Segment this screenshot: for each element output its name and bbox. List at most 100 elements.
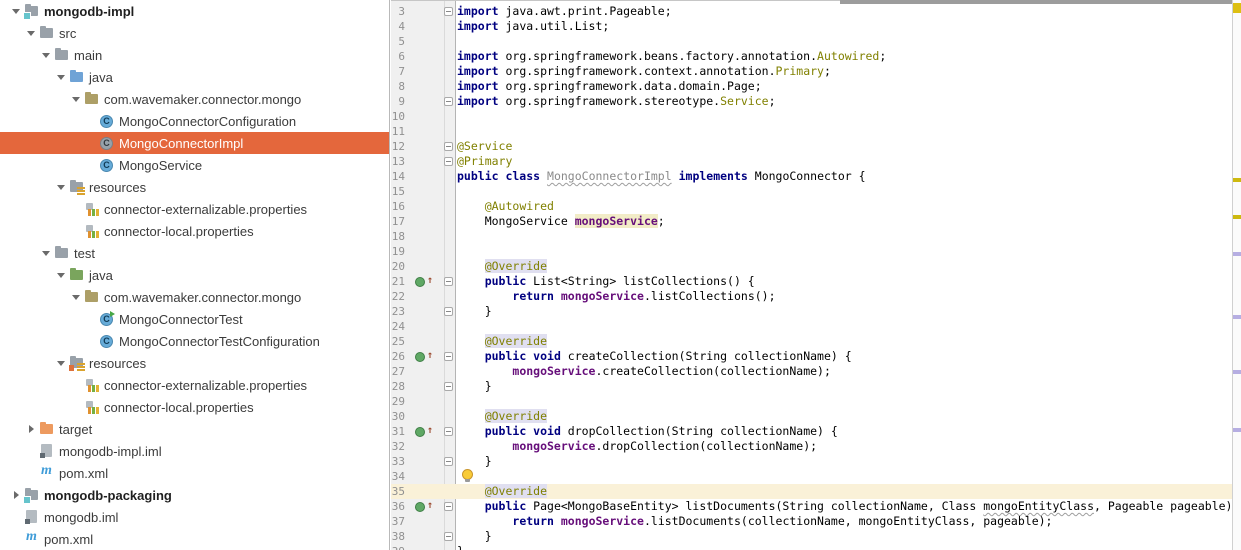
code-token[interactable]: ; [658, 214, 665, 228]
code-token[interactable] [554, 289, 561, 303]
code-token[interactable]: ; [769, 94, 776, 108]
code-line-6[interactable]: import org.springframework.beans.factory… [457, 49, 886, 64]
code-token[interactable] [554, 514, 561, 528]
tree-row-connector-externalizable-properties[interactable]: connector-externalizable.properties [0, 374, 389, 396]
code-token[interactable]: @Autowired [485, 199, 554, 213]
code-token[interactable]: import [457, 94, 499, 108]
tree-row-mongodb-impl[interactable]: mongodb-impl [0, 0, 389, 22]
code-line-8[interactable]: import org.springframework.data.domain.P… [457, 79, 762, 94]
tree-row-mongodb-iml[interactable]: mongodb.iml [0, 506, 389, 528]
code-token[interactable] [457, 364, 512, 378]
code-token[interactable] [457, 334, 485, 348]
code-line-4[interactable]: import java.util.List; [457, 19, 609, 34]
editor-pane[interactable]: 3456789101112131415161718192021222324252… [391, 0, 1241, 550]
code-token[interactable]: import [457, 79, 499, 93]
code-token[interactable]: mongoService [561, 514, 644, 528]
code-token[interactable]: return [512, 289, 554, 303]
code-line-37[interactable]: return mongoService.listDocuments(collec… [457, 514, 1052, 529]
code-token[interactable] [457, 514, 512, 528]
code-line-7[interactable]: import org.springframework.context.annot… [457, 64, 831, 79]
code-line-14[interactable]: public class MongoConnectorImpl implemen… [457, 169, 866, 184]
code-token[interactable]: public [485, 499, 527, 513]
tree-row-mongoconnectorconfiguration[interactable]: MongoConnectorConfiguration [0, 110, 389, 132]
code-token[interactable]: MongoService [457, 214, 575, 228]
fold-marker-start[interactable] [444, 142, 453, 151]
code-token[interactable] [672, 169, 679, 183]
code-token[interactable]: mongoService [575, 214, 658, 228]
tree-row-mongoconnectortest[interactable]: MongoConnectorTest [0, 308, 389, 330]
expand-arrow-icon[interactable] [68, 286, 84, 308]
fold-marker-end[interactable] [444, 532, 453, 541]
stripe-marker-occurrence[interactable] [1233, 428, 1241, 432]
code-line-22[interactable]: return mongoService.listCollections(); [457, 289, 776, 304]
code-token[interactable]: } [457, 454, 492, 468]
tree-row-main[interactable]: main [0, 44, 389, 66]
code-token[interactable] [457, 259, 485, 273]
code-token[interactable]: MongoConnector { [748, 169, 866, 183]
code-token[interactable] [457, 499, 485, 513]
code-token[interactable]: List<String> listCollections() { [526, 274, 754, 288]
code-token[interactable] [457, 274, 485, 288]
collapse-arrow-icon[interactable] [8, 484, 24, 506]
code-line-31[interactable]: public void dropCollection(String collec… [457, 424, 838, 439]
code-token[interactable]: public void [485, 424, 561, 438]
code-token[interactable]: org.springframework.context.annotation. [499, 64, 776, 78]
stripe-marker-occurrence[interactable] [1233, 252, 1241, 256]
code-token[interactable]: } [457, 304, 492, 318]
collapse-arrow-icon[interactable] [23, 418, 39, 440]
code-token[interactable]: } [457, 529, 492, 543]
expand-arrow-icon[interactable] [38, 242, 54, 264]
code-line-9[interactable]: import org.springframework.stereotype.Se… [457, 94, 776, 109]
code-token[interactable]: @Override [485, 259, 547, 273]
code-token[interactable] [457, 424, 485, 438]
code-line-21[interactable]: public List<String> listCollections() { [457, 274, 755, 289]
code-token[interactable] [457, 409, 485, 423]
code-token[interactable]: .listDocuments(collectionName, mongoEnti… [644, 514, 1053, 528]
code-token[interactable] [457, 349, 485, 363]
tree-row-mongoconnectorimpl[interactable]: MongoConnectorImpl [0, 132, 389, 154]
fold-marker-start[interactable] [444, 502, 453, 511]
code-line-3[interactable]: import java.awt.print.Pageable; [457, 4, 672, 19]
code-token[interactable]: implements [679, 169, 748, 183]
fold-marker-end[interactable] [444, 457, 453, 466]
code-token[interactable]: java.awt.print.Pageable; [499, 4, 672, 18]
fold-marker-end[interactable] [444, 157, 453, 166]
code-token[interactable]: @Override [485, 334, 547, 348]
code-token[interactable]: } [457, 544, 464, 550]
stripe-marker-warning[interactable] [1233, 215, 1241, 219]
tree-row-pom-xml[interactable]: pom.xml [0, 528, 389, 550]
fold-marker-start[interactable] [444, 277, 453, 286]
code-token[interactable]: import [457, 49, 499, 63]
code-line-33[interactable]: } [457, 454, 492, 469]
code-token[interactable]: MongoConnectorImpl [547, 169, 672, 183]
code-token[interactable]: public void [485, 349, 561, 363]
code-line-36[interactable]: public Page<MongoBaseEntity> listDocumen… [457, 499, 1241, 514]
expand-arrow-icon[interactable] [8, 0, 24, 22]
code-line-23[interactable]: } [457, 304, 492, 319]
stripe-marker-occurrence[interactable] [1233, 315, 1241, 319]
code-token[interactable]: Primary [776, 64, 824, 78]
code-line-39[interactable]: } [457, 544, 464, 550]
tree-row-mongoconnectortestconfiguration[interactable]: MongoConnectorTestConfiguration [0, 330, 389, 352]
tree-row-mongodb-impl-iml[interactable]: mongodb-impl.iml [0, 440, 389, 462]
code-token[interactable]: mongoService [512, 364, 595, 378]
tree-row-target[interactable]: target [0, 418, 389, 440]
code-token[interactable] [457, 199, 485, 213]
code-token[interactable]: .createCollection(collectionName); [595, 364, 830, 378]
code-line-16[interactable]: @Autowired [457, 199, 554, 214]
code-line-17[interactable]: MongoService mongoService; [457, 214, 665, 229]
code-token[interactable]: public [485, 274, 527, 288]
code-line-35[interactable]: @Override [457, 484, 547, 499]
code-line-32[interactable]: mongoService.dropCollection(collectionNa… [457, 439, 817, 454]
code-token[interactable]: mongoEntityClass [983, 499, 1094, 513]
expand-arrow-icon[interactable] [38, 44, 54, 66]
error-stripe-scrollbar[interactable] [1232, 0, 1241, 550]
project-tree[interactable]: mongodb-implsrcmainjavacom.wavemaker.con… [0, 0, 390, 550]
expand-arrow-icon[interactable] [53, 352, 69, 374]
code-line-13[interactable]: @Primary [457, 154, 512, 169]
overriding-method-icon[interactable] [415, 274, 435, 289]
tree-row-connector-externalizable-properties[interactable]: connector-externalizable.properties [0, 198, 389, 220]
code-line-28[interactable]: } [457, 379, 492, 394]
tree-row-com-wavemaker-connector-mongo[interactable]: com.wavemaker.connector.mongo [0, 88, 389, 110]
code-token[interactable] [540, 169, 547, 183]
